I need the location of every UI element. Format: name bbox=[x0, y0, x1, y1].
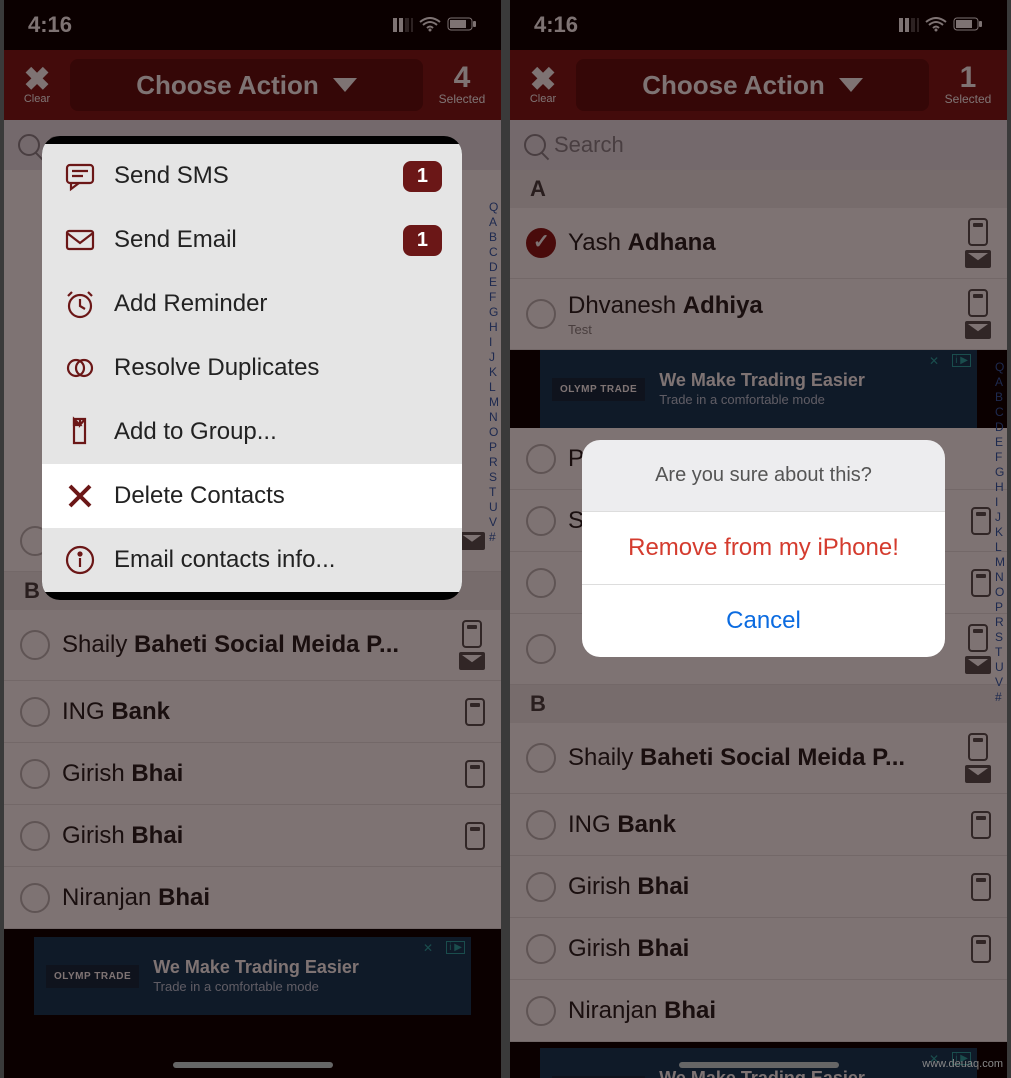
group-icon bbox=[62, 414, 98, 450]
popover-item-label: Delete Contacts bbox=[114, 482, 442, 510]
cancel-button[interactable]: Cancel bbox=[582, 584, 945, 657]
popover-item-label: Resolve Duplicates bbox=[114, 354, 442, 382]
popover-item-label: Add Reminder bbox=[114, 290, 442, 318]
home-indicator[interactable] bbox=[679, 1062, 839, 1068]
popover-item-resolve-duplicates[interactable]: Resolve Duplicates bbox=[42, 336, 462, 400]
popover-item-send-sms[interactable]: Send SMS 1 bbox=[42, 144, 462, 208]
action-popover: Send SMS 1 Send Email 1 Add Reminder Resolve … bbox=[42, 136, 462, 600]
info-icon bbox=[62, 542, 98, 578]
email-icon bbox=[62, 222, 98, 258]
home-indicator[interactable] bbox=[173, 1062, 333, 1068]
sheet-title: Are you sure about this? bbox=[582, 440, 945, 511]
clock-icon bbox=[62, 286, 98, 322]
remove-from-iphone-button[interactable]: Remove from my iPhone! bbox=[582, 511, 945, 584]
popover-item-email-contacts-info-[interactable]: Email contacts info... bbox=[42, 528, 462, 592]
count-badge: 1 bbox=[403, 161, 442, 192]
watermark: www.deuaq.com bbox=[922, 1058, 1003, 1070]
popover-item-add-to-group-[interactable]: Add to Group... bbox=[42, 400, 462, 464]
count-badge: 1 bbox=[403, 225, 442, 256]
popover-item-delete-contacts[interactable]: Delete Contacts bbox=[42, 464, 462, 528]
popover-item-add-reminder[interactable]: Add Reminder bbox=[42, 272, 462, 336]
phone-right: 4:16 ✖ Clear Choose Action 1 Selected Se… bbox=[510, 0, 1007, 1078]
x-icon bbox=[62, 478, 98, 514]
popover-item-label: Send SMS bbox=[114, 162, 387, 190]
confirm-actionsheet: Are you sure about this? Remove from my … bbox=[582, 440, 945, 657]
popover-item-send-email[interactable]: Send Email 1 bbox=[42, 208, 462, 272]
popover-item-label: Add to Group... bbox=[114, 418, 442, 446]
popover-item-label: Send Email bbox=[114, 226, 387, 254]
duplicates-icon bbox=[62, 350, 98, 386]
popover-item-label: Email contacts info... bbox=[114, 546, 442, 574]
sms-icon bbox=[62, 158, 98, 194]
phone-left: 4:16 ✖ Clear Choose Action 4 Selected Se… bbox=[4, 0, 501, 1078]
